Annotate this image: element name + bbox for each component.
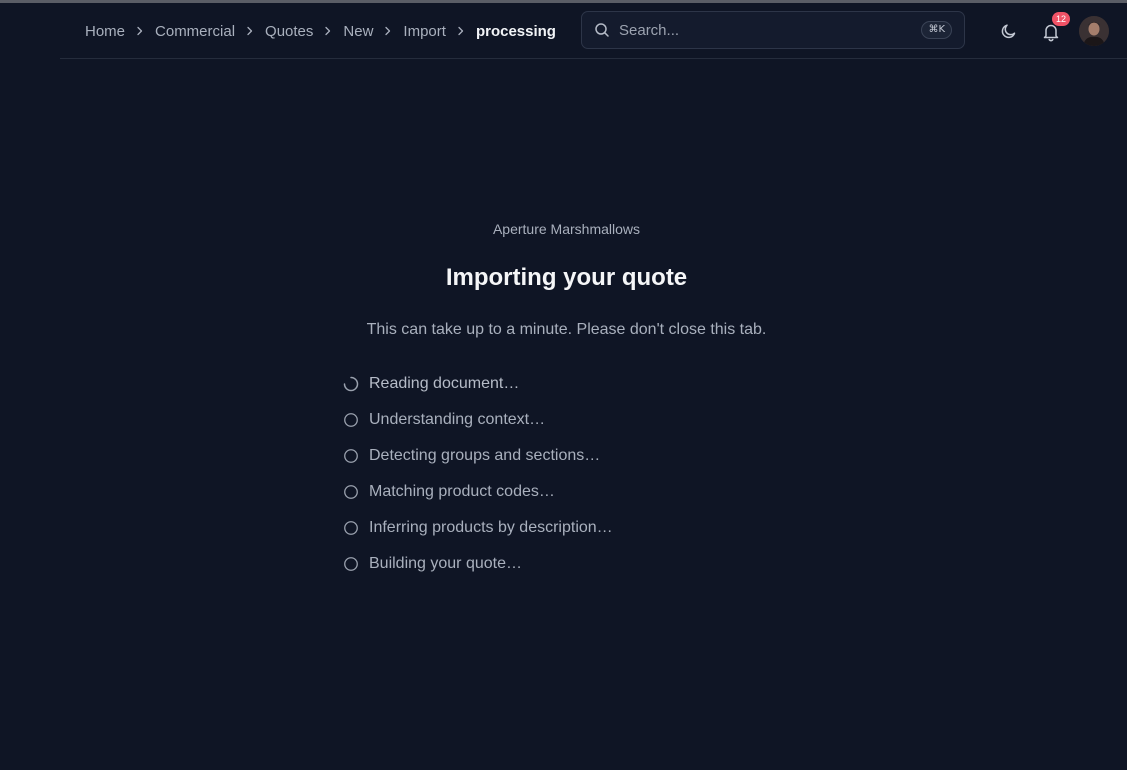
chevron-right-icon bbox=[235, 26, 265, 36]
circle-icon bbox=[344, 557, 358, 571]
step-label: Detecting groups and sections… bbox=[369, 447, 601, 464]
avatar[interactable] bbox=[1079, 16, 1109, 46]
breadcrumb-quotes[interactable]: Quotes bbox=[265, 23, 313, 40]
circle-icon bbox=[344, 449, 358, 463]
list-item: Reading document… bbox=[343, 366, 613, 402]
search-placeholder: Search... bbox=[619, 21, 680, 39]
page-subtitle: This can take up to a minute. Please don… bbox=[366, 321, 767, 338]
circle-icon bbox=[344, 521, 358, 535]
page-title: Importing your quote bbox=[445, 264, 688, 291]
breadcrumb-import[interactable]: Import bbox=[403, 23, 446, 40]
import-steps-list: Reading document… Understanding context…… bbox=[343, 366, 613, 582]
circle-icon bbox=[344, 413, 358, 427]
breadcrumb-commercial[interactable]: Commercial bbox=[155, 23, 235, 40]
step-label: Understanding context… bbox=[369, 411, 546, 428]
import-processing-panel: Aperture Marshmallows Importing your quo… bbox=[60, 60, 1127, 770]
breadcrumb-home[interactable]: Home bbox=[85, 23, 125, 40]
list-item: Understanding context… bbox=[343, 402, 613, 438]
search-icon bbox=[595, 23, 609, 37]
search-input[interactable]: Search... ⌘K bbox=[581, 11, 965, 49]
breadcrumb: Home Commercial Quotes New Import proces… bbox=[85, 3, 556, 59]
chevron-right-icon bbox=[446, 26, 476, 36]
spinner-icon bbox=[343, 376, 359, 392]
company-name: Aperture Marshmallows bbox=[492, 221, 641, 237]
top-header: Home Commercial Quotes New Import proces… bbox=[60, 3, 1127, 59]
step-label: Building your quote… bbox=[369, 555, 522, 572]
sidebar bbox=[0, 3, 60, 770]
list-item: Matching product codes… bbox=[343, 474, 613, 510]
notification-count-badge: 12 bbox=[1052, 12, 1070, 26]
chevron-right-icon bbox=[373, 26, 403, 36]
step-label: Inferring products by description… bbox=[369, 519, 613, 536]
step-label: Reading document… bbox=[369, 375, 520, 392]
moon-icon[interactable] bbox=[999, 21, 1019, 41]
circle-icon bbox=[344, 485, 358, 499]
chevron-right-icon bbox=[125, 26, 155, 36]
step-label: Matching product codes… bbox=[369, 483, 555, 500]
breadcrumb-current: processing bbox=[475, 22, 556, 40]
chevron-right-icon bbox=[313, 26, 343, 36]
breadcrumb-new[interactable]: New bbox=[343, 23, 373, 40]
list-item: Inferring products by description… bbox=[343, 510, 613, 546]
search-shortcut-badge: ⌘K bbox=[921, 21, 952, 39]
list-item: Detecting groups and sections… bbox=[343, 438, 613, 474]
list-item: Building your quote… bbox=[343, 546, 613, 582]
